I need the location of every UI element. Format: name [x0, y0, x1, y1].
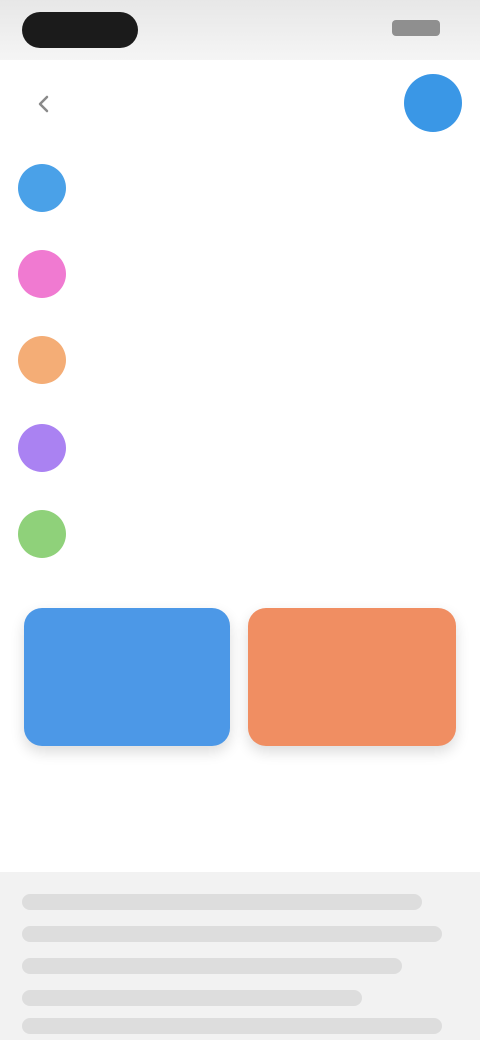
list-item-3[interactable] — [0, 326, 480, 396]
secondary-action-button[interactable] — [248, 608, 456, 746]
list-item-4[interactable] — [0, 418, 480, 478]
avatar[interactable] — [404, 74, 462, 132]
bottom-text-line — [22, 926, 442, 942]
item-color-dot — [18, 424, 66, 472]
status-indicators-label — [392, 20, 393, 21]
bottom-sheet — [0, 872, 480, 1040]
header — [0, 60, 480, 150]
bottom-sheet-text — [0, 872, 1, 873]
bottom-text-line — [22, 990, 362, 1006]
list-item-5[interactable] — [0, 500, 480, 570]
status-time — [22, 12, 23, 13]
item-color-dot — [18, 164, 66, 212]
bottom-text-line — [22, 958, 402, 974]
bottom-text-line — [22, 894, 422, 910]
status-pill — [22, 12, 138, 48]
list-item-2[interactable] — [0, 240, 480, 310]
back-icon[interactable] — [34, 94, 54, 114]
status-indicators — [392, 20, 440, 36]
item-color-dot — [18, 336, 66, 384]
bottom-text-line — [22, 1018, 442, 1034]
status-bar — [0, 0, 480, 60]
item-color-dot — [18, 510, 66, 558]
item-color-dot — [18, 250, 66, 298]
list-item-1[interactable] — [0, 158, 480, 218]
primary-action-button[interactable] — [24, 608, 230, 746]
